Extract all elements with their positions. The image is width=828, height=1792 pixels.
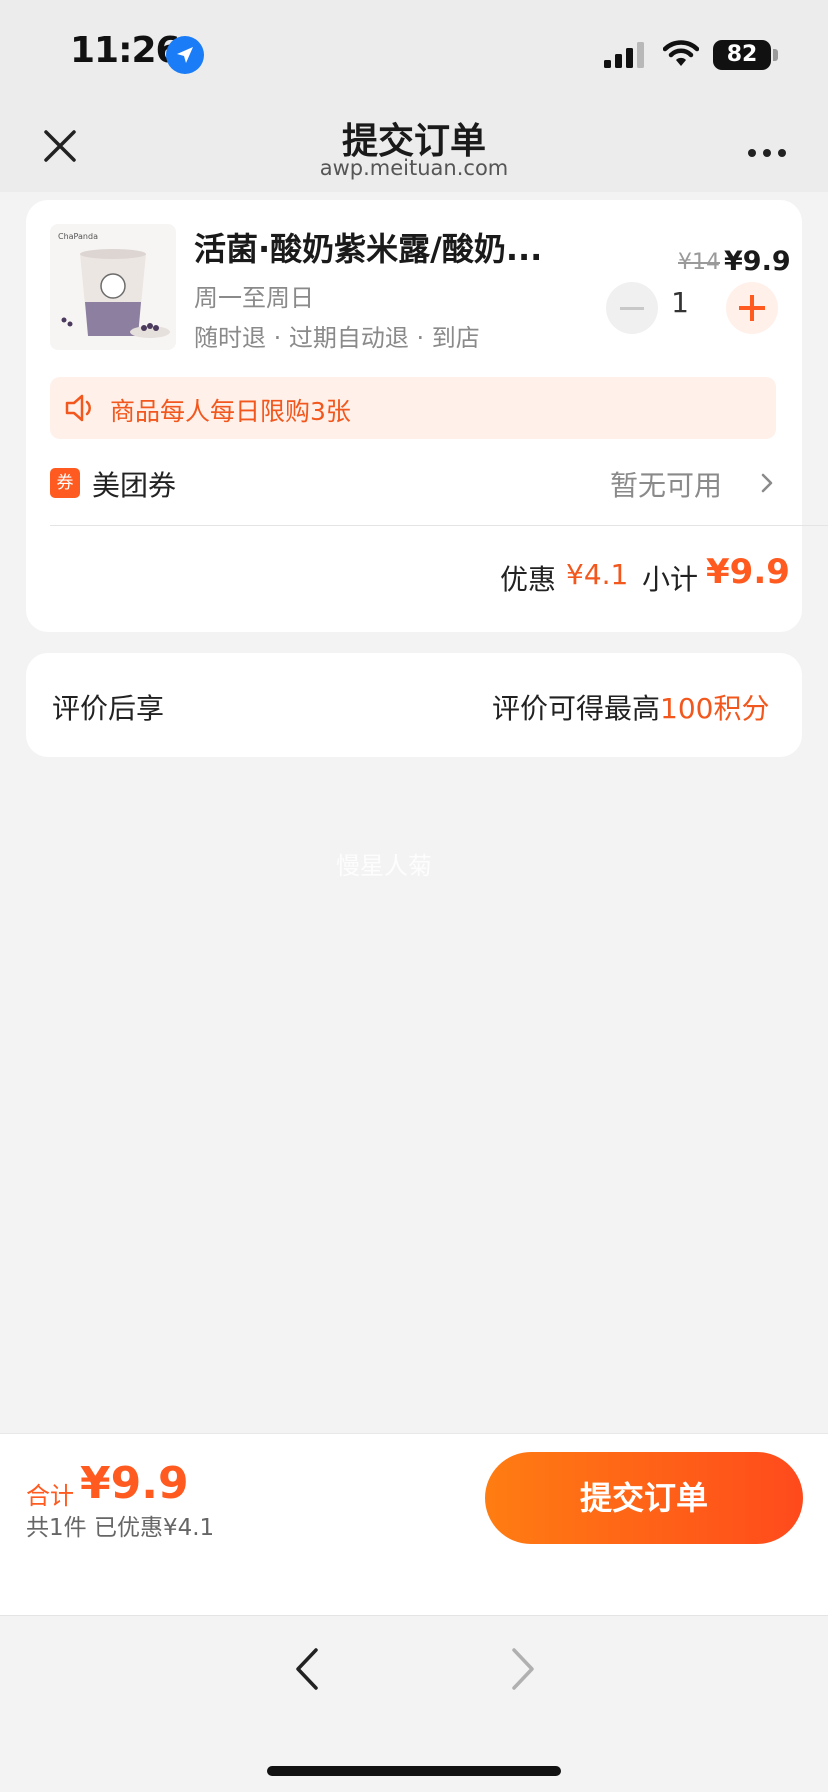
review-reward-card: 评价后享 评价可得最高100积分	[26, 653, 802, 757]
quantity-increase-button[interactable]	[726, 282, 778, 334]
review-reward-points: 100积分	[660, 692, 770, 725]
submit-order-button[interactable]: 提交订单	[485, 1452, 803, 1544]
page-url: awp.meituan.com	[319, 156, 509, 180]
divider	[50, 525, 828, 526]
signal-icon	[604, 42, 644, 68]
forward-arrow-icon[interactable]	[508, 1646, 538, 1692]
product-image: ChaPanda	[50, 224, 176, 350]
location-arrow-icon	[166, 36, 204, 74]
review-reward-prefix: 评价可得最高	[492, 692, 661, 725]
current-price: ¥9.9	[724, 246, 791, 277]
original-price: ¥14	[678, 250, 720, 275]
status-time: 11:26	[70, 30, 181, 71]
discount-value: ¥4.1	[566, 558, 629, 591]
coupon-status[interactable]: 暂无可用	[610, 464, 722, 504]
wifi-icon	[663, 40, 699, 66]
total-value: ¥9.9	[80, 1458, 189, 1509]
total-label: 合计	[26, 1482, 74, 1510]
nav-bar: 提交订单 awp.meituan.com	[0, 100, 828, 192]
total-detail: 共1件 已优惠¥4.1	[26, 1515, 215, 1541]
order-card: ChaPanda 活菌·酸奶紫米露/酸奶... 周一至周日 随时退 · 过期自动…	[26, 200, 828, 632]
browser-toolbar	[0, 1615, 828, 1792]
more-icon[interactable]	[748, 142, 793, 161]
product-refund-policy: 随时退 · 过期自动退 · 到店	[194, 324, 480, 352]
review-reward-label: 评价后享	[52, 692, 165, 725]
review-reward-text: 评价可得最高100积分	[492, 687, 769, 727]
quantity-value: 1	[671, 286, 689, 319]
home-indicator	[267, 1766, 561, 1776]
discount-label: 优惠	[500, 563, 557, 596]
speaker-icon	[65, 394, 91, 422]
coupon-badge: 券	[50, 468, 80, 498]
coupon-label[interactable]: 美团券	[92, 464, 176, 504]
chevron-right-icon[interactable]	[760, 472, 774, 494]
product-name[interactable]: 活菌·酸奶紫米露/酸奶...	[194, 224, 584, 270]
battery-cap	[773, 49, 778, 61]
quantity-decrease-button[interactable]	[606, 282, 658, 334]
back-arrow-icon[interactable]	[292, 1646, 322, 1692]
subtotal-value: ¥9.9	[706, 552, 790, 592]
watermark: 慢星人菊	[336, 852, 432, 880]
battery-indicator: 82	[713, 40, 771, 70]
subtotal-label: 小计	[642, 563, 699, 596]
checkout-bar: 合计 ¥9.9 共1件 已优惠¥4.1 提交订单	[0, 1433, 828, 1615]
purchase-limit-banner: 商品每人每日限购3张	[50, 377, 776, 439]
product-valid-days: 周一至周日	[194, 284, 314, 312]
purchase-limit-text: 商品每人每日限购3张	[110, 397, 351, 426]
status-bar: 11:26 82	[0, 0, 828, 100]
